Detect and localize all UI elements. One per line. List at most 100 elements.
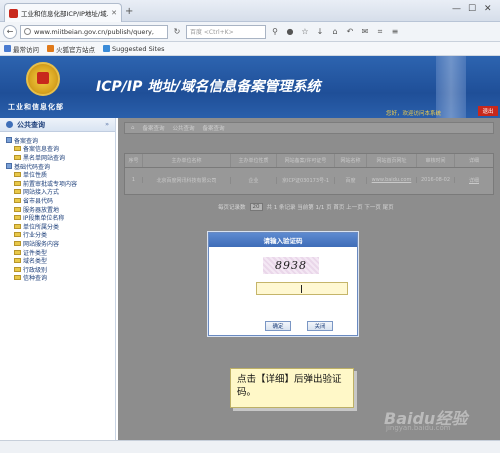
undo-icon[interactable]: ↶ [344, 26, 356, 38]
document-icon [14, 146, 21, 152]
captcha-dialog: 请输入验证码 8938 确定 关闭 [208, 232, 358, 336]
document-icon [14, 275, 21, 281]
sidebar-header: 公共查询 » [0, 118, 115, 132]
column-header: 网站首页网址 [367, 154, 417, 167]
column-header: 审核时间 [417, 154, 455, 167]
breadcrumb: ⌂ 备案查询 公共查询 备案查询 [124, 122, 494, 134]
document-icon [14, 215, 21, 221]
collapse-icon[interactable]: » [105, 121, 109, 128]
navigation-toolbar: ← www.miitbeian.gov.cn/publish/query, ↻ … [0, 22, 500, 42]
folder-icon [6, 137, 12, 144]
sidebar-item-admin-level[interactable]: 行政级别 [4, 265, 115, 274]
website-link[interactable]: www.baidu.com [367, 177, 417, 183]
sidebar-item-domain-type[interactable]: 域名类型 [4, 256, 115, 265]
document-icon [14, 189, 21, 195]
sidebar-item-ip-unit[interactable]: IP段集单位名称 [4, 213, 115, 222]
home-icon: ⌂ [131, 125, 135, 131]
sidebar-item-unit-category[interactable]: 单位所属分类 [4, 222, 115, 231]
crop-icon[interactable]: ⌗ [374, 26, 386, 38]
results-table: 序号 主办单位名称 主办单位性质 网站备案/许可证号 网站名称 网站首页网址 审… [124, 153, 494, 195]
document-icon [14, 197, 21, 203]
table-cell: 1 [125, 177, 143, 183]
captcha-input[interactable] [256, 282, 348, 295]
sidebar-item-filing-info[interactable]: 备案信息查询 [4, 145, 115, 153]
download-icon[interactable]: ↓ [314, 26, 326, 38]
search-icon[interactable]: ⚲ [269, 26, 281, 38]
breadcrumb-item[interactable]: 备案查询 [203, 124, 225, 132]
maximize-icon[interactable]: ☐ [468, 4, 476, 14]
back-icon[interactable]: ← [3, 24, 17, 39]
table-cell: 2016-08-02 [417, 177, 455, 183]
minimize-icon[interactable]: — [452, 4, 461, 14]
bookmark-firefox-site[interactable]: 火狐官方站点 [47, 44, 95, 54]
tab-title: 工业和信息化部ICP/IP地址/域... [21, 10, 109, 18]
pager-summary[interactable]: 共 1 条记录 当前第 1/1 页 首页 上一页 下一页 尾页 [267, 203, 394, 211]
url-text: www.miitbeian.gov.cn/publish/query, [34, 27, 154, 36]
document-icon [14, 240, 21, 246]
ministry-name: 工业和信息化部 [8, 103, 64, 111]
document-icon [14, 206, 21, 212]
reload-icon[interactable]: ↻ [171, 26, 183, 38]
column-header: 详细 [468, 158, 479, 164]
sidebar: 公共查询 » 备案查询 备案信息查询 黑名单网站查询 基础代码查询 单位性质 前… [0, 118, 116, 440]
bookmarks-bar: 最常访问 火狐官方站点 Suggested Sites [0, 42, 500, 56]
site-banner: 工业和信息化部 ICP/IP 地址/域名信息备案管理系统 您好，欢迎访问本系统 … [0, 56, 500, 118]
breadcrumb-item[interactable]: 备案查询 [143, 124, 165, 132]
watermark-url: jingyan.baidu.com [386, 424, 451, 432]
sidebar-title: 公共查询 [17, 120, 45, 129]
address-bar[interactable]: www.miitbeian.gov.cn/publish/query, [20, 24, 168, 39]
table-cell: 北京百度网讯科技有限公司 [143, 176, 231, 184]
sidebar-item-base-code[interactable]: 基础代码查询 [4, 162, 115, 171]
exit-button[interactable]: 退出 [478, 106, 498, 116]
addon-icon[interactable]: ● [284, 26, 296, 38]
close-button[interactable]: 关闭 [307, 321, 333, 331]
breadcrumb-item[interactable]: 公共查询 [173, 124, 195, 132]
system-title: ICP/IP 地址/域名信息备案管理系统 [96, 79, 321, 95]
table-header: 序号 主办单位名称 主办单位性质 网站备案/许可证号 网站名称 网站首页网址 审… [125, 154, 493, 168]
search-box[interactable]: 百度 <Ctrl+K> [186, 24, 266, 39]
column-header: 网站备案/许可证号 [277, 154, 335, 167]
bookmark-icon [4, 45, 11, 52]
sidebar-item-access-method[interactable]: 网站接入方式 [4, 188, 115, 196]
star-icon[interactable]: ☆ [299, 26, 311, 38]
sidebar-item-unit-nature[interactable]: 单位性质 [4, 170, 115, 179]
detail-link[interactable]: 详细 [455, 177, 493, 184]
new-tab-icon[interactable]: + [125, 6, 133, 17]
sidebar-item-id-type[interactable]: 证件类型 [4, 248, 115, 257]
globe-icon [24, 28, 31, 35]
instruction-callout: 点击【详细】后弹出验证码。 [230, 368, 354, 408]
site-favicon-icon [9, 8, 18, 18]
sidebar-item-other-query[interactable]: 信种查询 [4, 274, 115, 282]
document-icon [14, 258, 21, 264]
bookmark-most-visited[interactable]: 最常访问 [4, 44, 39, 54]
sidebar-item-service-content[interactable]: 网站服务内容 [4, 239, 115, 248]
public-query-icon [6, 121, 13, 128]
sidebar-item-pre-approval[interactable]: 前置审批或专项内容 [4, 179, 115, 188]
confirm-button[interactable]: 确定 [265, 321, 291, 331]
menu-icon[interactable]: ≡ [389, 26, 401, 38]
captcha-image[interactable]: 8938 [263, 257, 319, 274]
document-icon [14, 266, 21, 272]
table-cell: 企业 [231, 176, 277, 184]
document-icon [14, 154, 21, 160]
folder-icon [6, 163, 12, 170]
close-window-icon[interactable]: ✕ [484, 4, 492, 14]
document-icon [14, 232, 21, 238]
sidebar-item-industry[interactable]: 行业分类 [4, 231, 115, 239]
pagination: 每页记录数 20 共 1 条记录 当前第 1/1 页 首页 上一页 下一页 尾页 [218, 203, 394, 211]
table-row: 1 北京百度网讯科技有限公司 企业 京ICP证030173号-1 百度 www.… [125, 168, 493, 192]
per-page-select[interactable]: 20 [249, 203, 263, 211]
sidebar-item-blacklist[interactable]: 黑名单网站查询 [4, 153, 115, 162]
column-header: 序号 [125, 154, 143, 167]
ie-icon [103, 45, 110, 52]
browser-tab[interactable]: 工业和信息化部ICP/IP地址/域... ✕ [4, 3, 122, 22]
sidebar-item-region-code[interactable]: 省市县代码 [4, 196, 115, 205]
home-icon[interactable]: ⌂ [329, 26, 341, 38]
sidebar-item-server-location[interactable]: 服务器放置地 [4, 205, 115, 214]
sidebar-item-filing-query[interactable]: 备案查询 [4, 136, 115, 145]
chat-icon[interactable]: ✉ [359, 26, 371, 38]
close-tab-icon[interactable]: ✕ [111, 9, 117, 17]
per-page-label: 每页记录数 [218, 205, 246, 211]
bookmark-suggested-sites[interactable]: Suggested Sites [103, 45, 165, 53]
search-placeholder: 百度 <Ctrl+K> [190, 29, 234, 36]
